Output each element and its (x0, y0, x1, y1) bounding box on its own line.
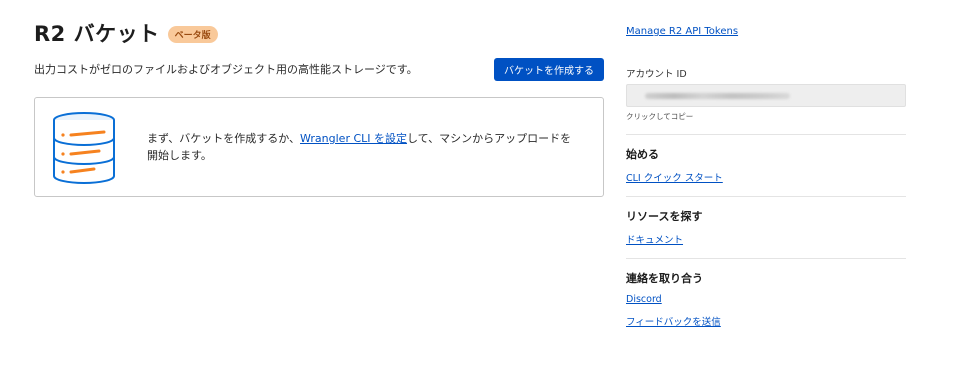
card-text-before: まず、バケットを作成するか、 (147, 132, 301, 145)
r2-buckets-page: R2 バケット ベータ版 出力コストがゼロのファイルおよびオブジェクト用の高性能… (0, 0, 960, 371)
section-heading-get-started: 始める (626, 148, 659, 161)
divider (626, 134, 906, 135)
card-description: まず、バケットを作成するか、Wrangler CLI を設定して、マシンからアッ… (147, 130, 577, 164)
discord-link[interactable]: Discord (626, 294, 662, 305)
manage-api-tokens-link[interactable]: Manage R2 API Tokens (626, 26, 738, 37)
account-id-label: アカウント ID (626, 69, 687, 80)
cli-quick-start-link[interactable]: CLI クイック スタート (626, 170, 723, 184)
account-id-redacted (645, 93, 790, 99)
beta-badge: ベータ版 (167, 25, 218, 43)
title-row: R2 バケット ベータ版 (34, 18, 218, 48)
documentation-link[interactable]: ドキュメント (626, 232, 683, 246)
create-bucket-button[interactable]: バケットを作成する (494, 58, 604, 81)
section-heading-contact: 連絡を取り合う (626, 272, 703, 285)
getting-started-card: まず、バケットを作成するか、Wrangler CLI を設定して、マシンからアッ… (34, 97, 604, 197)
send-feedback-link[interactable]: フィードバックを送信 (626, 314, 721, 328)
account-id-field[interactable] (626, 84, 906, 107)
copy-hint: クリックしてコピー (626, 112, 694, 121)
divider (626, 258, 906, 259)
page-subtitle: 出力コストがゼロのファイルおよびオブジェクト用の高性能ストレージです。 (34, 63, 418, 76)
page-title: R2 バケット (34, 22, 160, 46)
divider (626, 196, 906, 197)
wrangler-cli-link[interactable]: Wrangler CLI を設定 (300, 132, 407, 145)
section-heading-resources: リソースを探す (626, 210, 703, 223)
database-icon (53, 112, 115, 184)
